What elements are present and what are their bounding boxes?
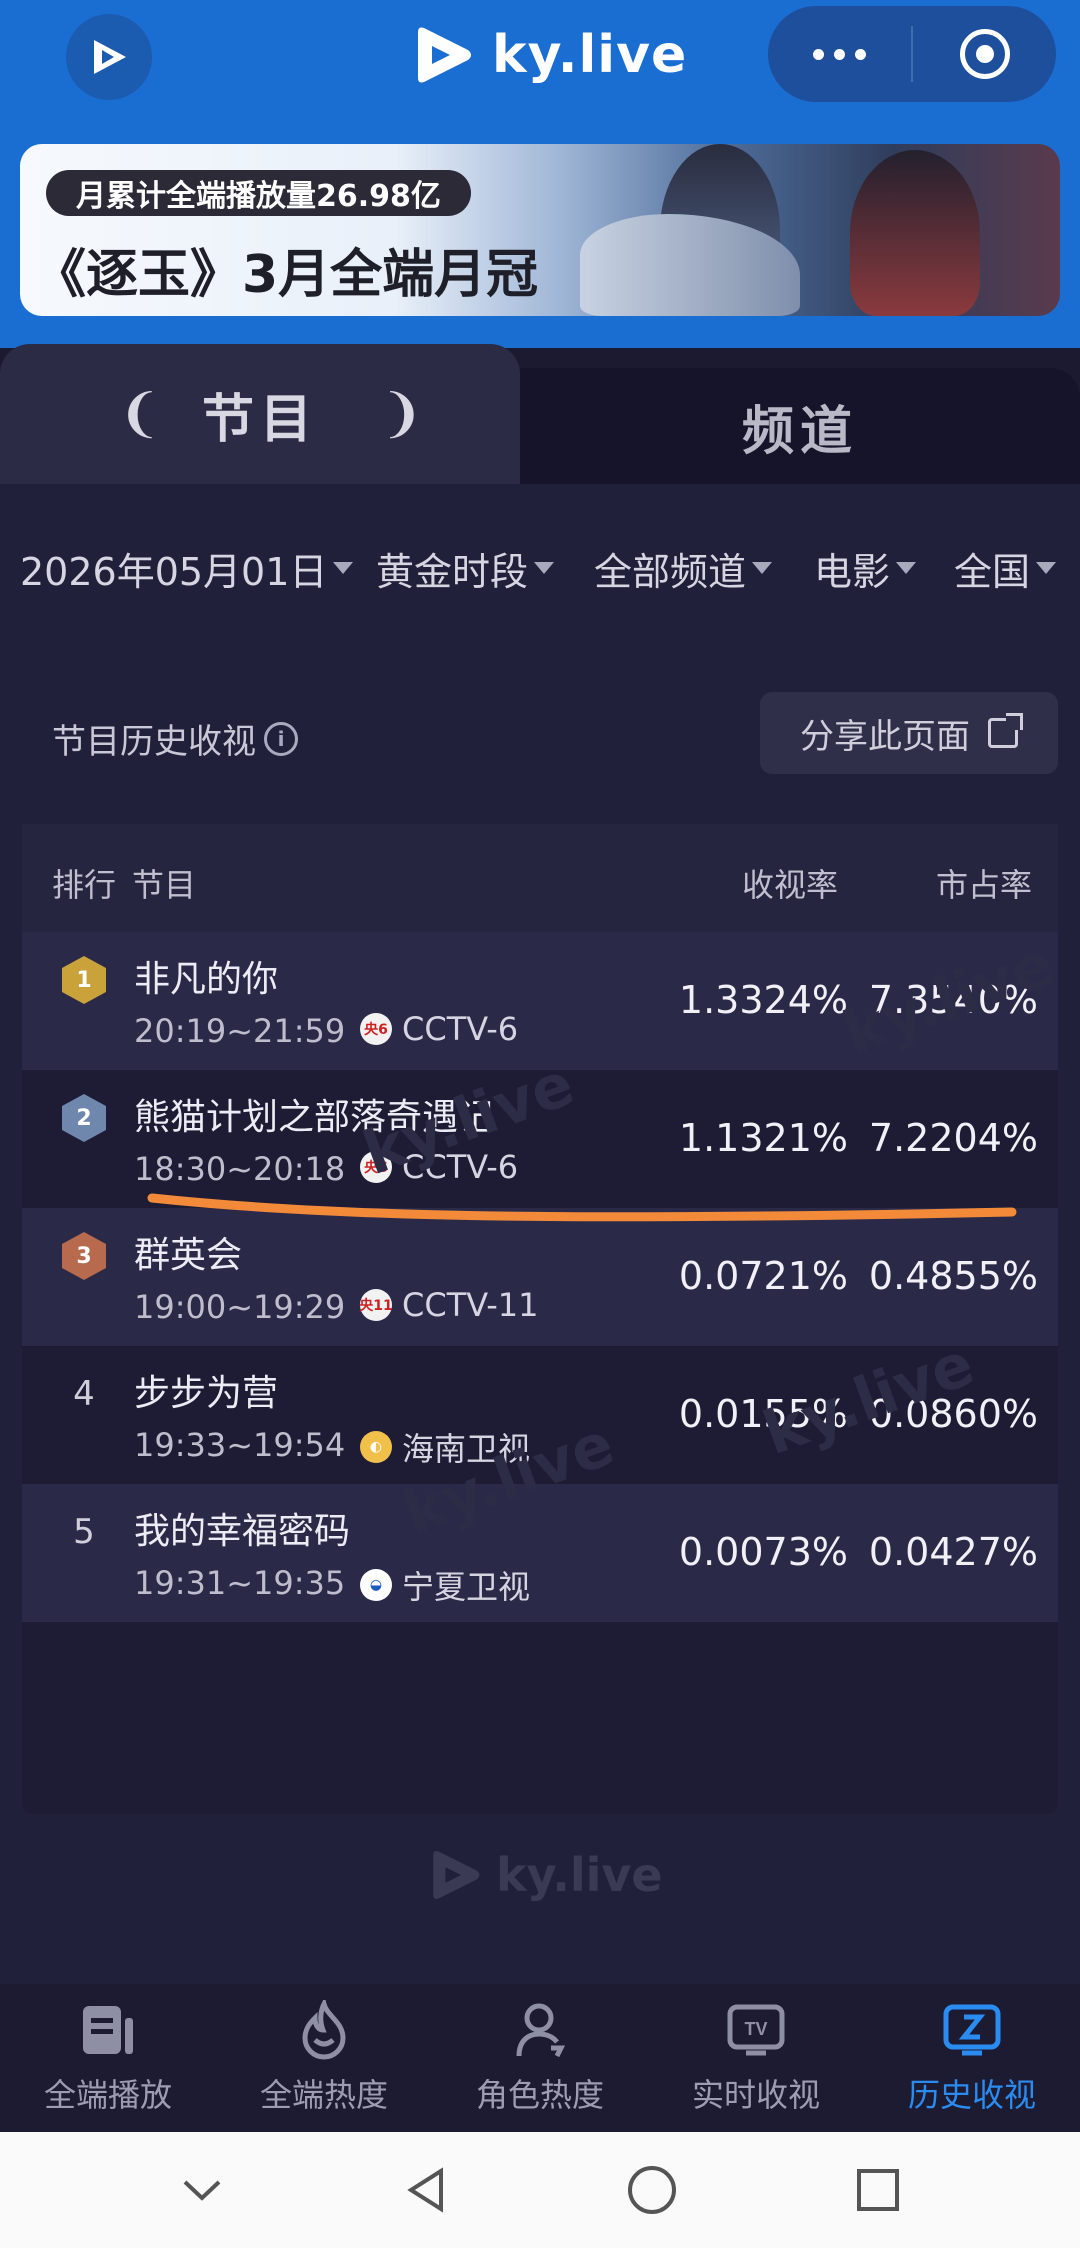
caret-down-icon — [333, 562, 354, 574]
back-triangle-icon[interactable] — [401, 2165, 451, 2215]
caret-down-icon — [534, 562, 555, 574]
app-logo-button[interactable] — [66, 14, 152, 100]
filter-genre[interactable]: 电影 — [814, 541, 917, 596]
caret-down-icon — [752, 562, 773, 574]
laurel-left-icon: ❨ — [118, 384, 168, 444]
orange-underline-annotation — [147, 1193, 1017, 1222]
laurel-right-icon: ❩ — [380, 384, 430, 444]
nav-history-label: 历史收视 — [907, 2076, 1036, 2114]
info-icon[interactable]: i — [264, 721, 298, 756]
nav-all-heat-label: 全端热度 — [259, 2076, 388, 2114]
banner-pill: 月累计全端播放量26.98亿 — [46, 170, 471, 216]
nav-history[interactable]: 历史收视 — [864, 1984, 1080, 2132]
tab-bar: ❨ 节目 ❩ 频道 — [0, 344, 1080, 484]
tv-icon: TV — [726, 2000, 786, 2060]
caret-down-icon — [896, 562, 917, 574]
play-logo-icon — [94, 40, 126, 74]
system-nav-bar — [0, 2132, 1080, 2248]
tab-channel-label: 频道 — [741, 401, 858, 462]
filter-date-label: 2026年05月01日 — [20, 549, 328, 594]
more-button[interactable] — [768, 6, 911, 102]
ratings-table: 排行 节目 收视率 市占率 1 非凡的你 20:19~21:59 央6 CCTV-… — [22, 824, 1058, 1814]
bottom-nav: 全端播放 全端热度 角色热度 TV 实时收视 历史收视 — [0, 1984, 1080, 2132]
footer-logo: ky.live — [428, 1848, 663, 1902]
filter-timeslot-label: 黄金时段 — [376, 549, 529, 594]
more-dots-icon — [813, 48, 866, 60]
svg-text:TV: TV — [744, 2019, 767, 2039]
nav-role-heat-label: 角色热度 — [475, 2076, 604, 2114]
recents-square-icon[interactable] — [853, 2165, 903, 2215]
close-miniprogram-button[interactable] — [913, 6, 1056, 102]
nav-all-heat[interactable]: 全端热度 — [216, 1984, 432, 2132]
ky-logo-icon — [433, 1851, 480, 1899]
nav-all-play-label: 全端播放 — [43, 2076, 172, 2114]
filter-channels-label: 全部频道 — [594, 549, 747, 594]
section-title: 节目历史收视 i — [52, 714, 298, 763]
person-icon — [510, 2000, 570, 2060]
header-bar: ky.live 月累计全端播放量26.98亿 《逐玉》3月全端月冠 — [0, 0, 1080, 348]
nav-realtime[interactable]: TV 实时收视 — [648, 1984, 864, 2132]
main-panel: 2026年05月01日 黄金时段 全部频道 电影 全国 节目历史收视 i 分享此… — [0, 484, 1080, 1984]
filter-timeslot[interactable]: 黄金时段 — [376, 541, 555, 596]
share-page-button[interactable]: 分享此页面 — [760, 692, 1058, 774]
filter-genre-label: 电影 — [814, 549, 891, 594]
flame-icon — [294, 2000, 354, 2060]
banner-figure-2 — [850, 150, 980, 316]
share-page-label: 分享此页面 — [800, 716, 970, 757]
caret-down-icon — [1036, 562, 1057, 574]
filter-region-label: 全国 — [954, 549, 1031, 594]
promo-banner[interactable]: 月累计全端播放量26.98亿 《逐玉》3月全端月冠 — [20, 144, 1060, 316]
tab-program-label: 节目 — [201, 389, 318, 450]
filter-region[interactable]: 全国 — [954, 541, 1057, 596]
tab-channel[interactable]: 频道 — [520, 368, 1080, 484]
play-list-icon — [78, 2000, 138, 2060]
nav-all-play[interactable]: 全端播放 — [0, 1984, 216, 2132]
external-link-icon — [988, 713, 1023, 748]
brand-logo: ky.live — [412, 20, 687, 90]
brand-text: ky.live — [492, 25, 688, 85]
mini-program-capsule — [768, 6, 1056, 102]
footer-brand-text: ky.live — [496, 1848, 663, 1902]
filter-row: 2026年05月01日 黄金时段 全部频道 电影 全国 — [0, 540, 1080, 596]
ky-logo-icon — [418, 27, 471, 83]
history-rating-icon — [942, 2000, 1002, 2060]
section-title-text: 节目历史收视 — [52, 722, 256, 762]
home-circle-icon[interactable] — [625, 2163, 679, 2217]
tab-program[interactable]: ❨ 节目 ❩ — [0, 344, 520, 484]
nav-role-heat[interactable]: 角色热度 — [432, 1984, 648, 2132]
target-icon — [959, 29, 1010, 79]
filter-date[interactable]: 2026年05月01日 — [20, 541, 354, 596]
chevron-down-icon[interactable] — [177, 2172, 227, 2208]
banner-title: 《逐玉》3月全端月冠 — [34, 245, 539, 305]
nav-realtime-label: 实时收视 — [691, 2076, 820, 2114]
filter-channels[interactable]: 全部频道 — [594, 541, 773, 596]
